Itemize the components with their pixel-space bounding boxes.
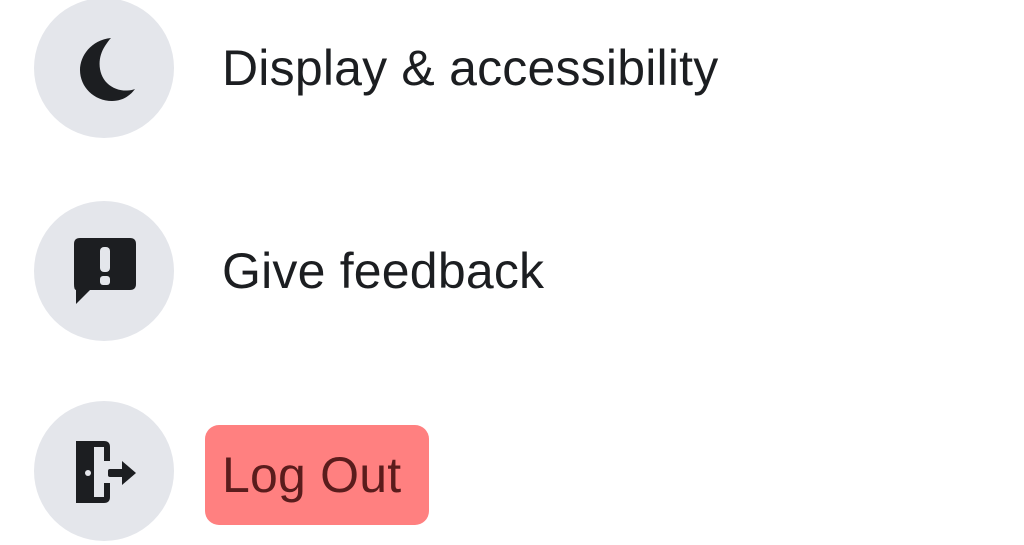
icon-circle [34,201,174,341]
logout-door-icon [76,441,136,503]
menu-item-log-out[interactable]: Log Out [0,395,1024,545]
settings-menu: Display & accessibility Give feedback Lo… [0,0,1024,541]
icon-circle [34,0,174,138]
menu-item-label: Display & accessibility [222,40,719,96]
menu-item-give-feedback[interactable]: Give feedback [0,195,1024,345]
menu-item-label: Give feedback [222,243,545,299]
icon-circle [34,401,174,541]
feedback-exclamation-icon [74,238,136,304]
menu-item-display-accessibility[interactable]: Display & accessibility [0,0,1024,142]
moon-icon [80,38,135,101]
menu-item-label: Log Out [205,425,430,525]
